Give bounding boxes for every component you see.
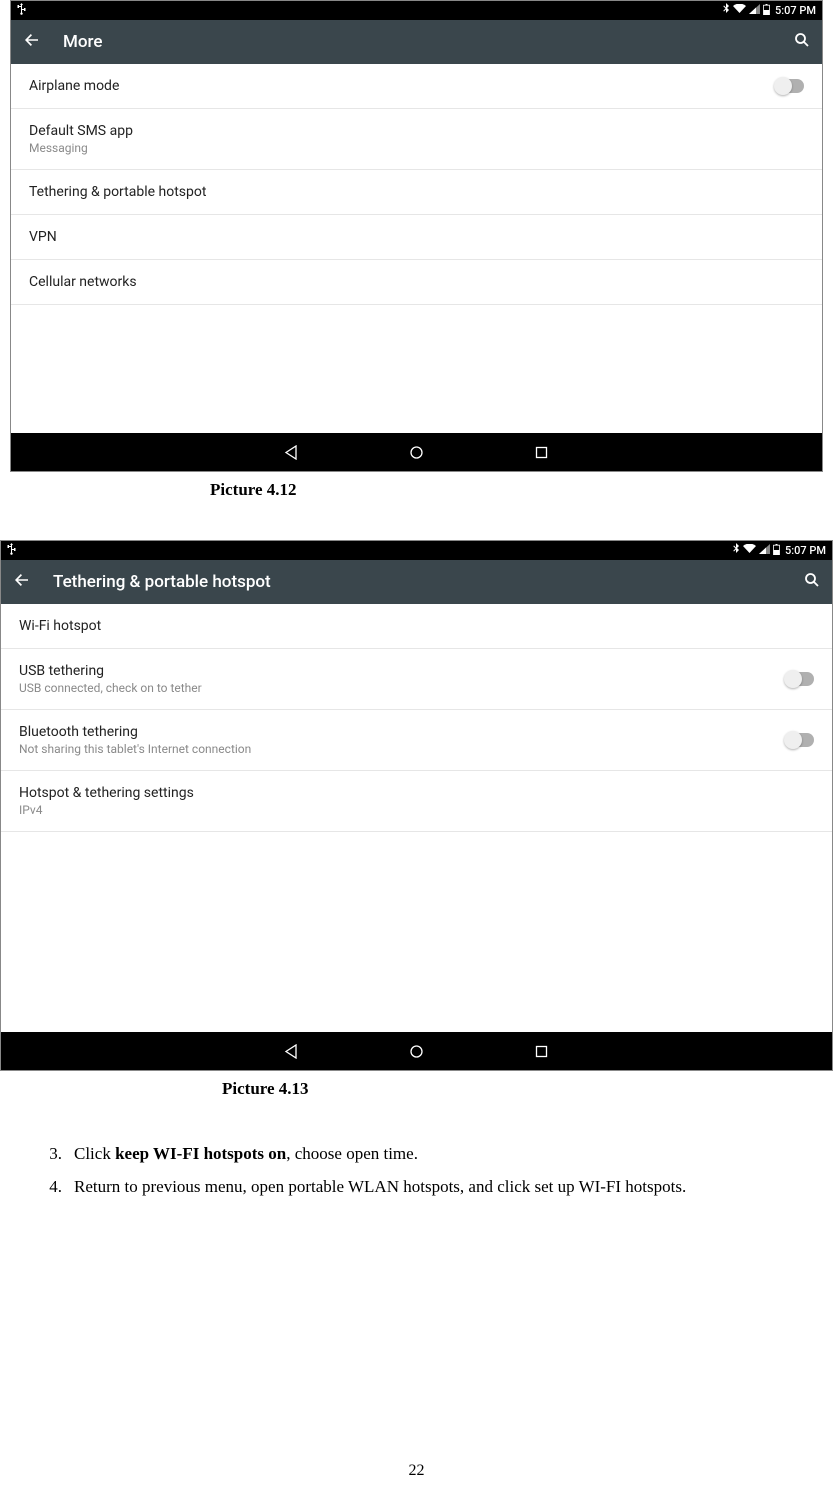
nav-home-icon[interactable] bbox=[409, 445, 424, 460]
status-time: 5:07 PM bbox=[775, 4, 816, 17]
nav-recent-icon[interactable] bbox=[534, 1044, 549, 1059]
list-item-label: Wi-Fi hotspot bbox=[19, 618, 814, 634]
instructions: 3. Click keep WI-FI hotspots on, choose … bbox=[38, 1139, 795, 1202]
list-item-sub: IPv4 bbox=[19, 803, 814, 817]
list-item-sub: Not sharing this tablet's Internet conne… bbox=[19, 742, 786, 756]
nav-recent-icon[interactable] bbox=[534, 445, 549, 460]
nav-back-icon[interactable] bbox=[284, 445, 299, 460]
airplane-mode-toggle[interactable] bbox=[776, 79, 804, 93]
bluetooth-tethering-toggle[interactable] bbox=[786, 733, 814, 747]
app-bar: Tethering & portable hotspot bbox=[1, 560, 832, 604]
instruction-3: 3. Click keep WI-FI hotspots on, choose … bbox=[38, 1139, 795, 1170]
app-bar-title: More bbox=[63, 32, 794, 52]
list-item-label: Airplane mode bbox=[29, 78, 776, 94]
back-icon[interactable] bbox=[23, 31, 41, 54]
back-icon[interactable] bbox=[13, 571, 31, 594]
nav-bar bbox=[1, 1032, 832, 1070]
status-time: 5:07 PM bbox=[785, 544, 826, 557]
list-item-airplane-mode[interactable]: Airplane mode bbox=[11, 64, 822, 109]
list-item-hotspot-settings[interactable]: Hotspot & tethering settings IPv4 bbox=[1, 771, 832, 832]
caption-1: Picture 4.12 bbox=[210, 480, 833, 500]
usb-icon bbox=[7, 543, 16, 558]
list-item-label: VPN bbox=[29, 229, 804, 245]
bluetooth-icon bbox=[732, 543, 740, 558]
app-bar: More bbox=[11, 20, 822, 64]
list-item-label: Tethering & portable hotspot bbox=[29, 184, 804, 200]
list-item-wifi-hotspot[interactable]: Wi-Fi hotspot bbox=[1, 604, 832, 649]
blank-region bbox=[11, 305, 822, 433]
nav-bar bbox=[11, 433, 822, 471]
search-icon[interactable] bbox=[804, 572, 820, 592]
usb-tethering-toggle[interactable] bbox=[786, 672, 814, 686]
battery-icon bbox=[763, 4, 770, 18]
list-item-label: USB tethering bbox=[19, 663, 786, 679]
instruction-text: Return to previous menu, open portable W… bbox=[74, 1172, 795, 1203]
wifi-icon bbox=[743, 544, 756, 557]
list-item-sub: Messaging bbox=[29, 141, 804, 155]
usb-icon bbox=[17, 3, 26, 18]
status-bar: 5:07 PM bbox=[11, 1, 822, 20]
instruction-4: 4. Return to previous menu, open portabl… bbox=[38, 1172, 795, 1203]
list-item-cellular[interactable]: Cellular networks bbox=[11, 260, 822, 305]
bluetooth-icon bbox=[722, 3, 730, 18]
nav-back-icon[interactable] bbox=[284, 1044, 299, 1059]
list-item-tethering[interactable]: Tethering & portable hotspot bbox=[11, 170, 822, 215]
list-item-label: Hotspot & tethering settings bbox=[19, 785, 814, 801]
list-item-label: Cellular networks bbox=[29, 274, 804, 290]
page-number: 22 bbox=[0, 1462, 833, 1480]
screenshot-more-settings: 5:07 PM More Airplane mode Default SMS a… bbox=[10, 0, 823, 472]
nav-home-icon[interactable] bbox=[409, 1044, 424, 1059]
list-item-label: Default SMS app bbox=[29, 123, 804, 139]
caption-2: Picture 4.13 bbox=[222, 1079, 833, 1099]
list-item-sub: USB connected, check on to tether bbox=[19, 681, 786, 695]
screenshot-tethering: 5:07 PM Tethering & portable hotspot Wi-… bbox=[0, 540, 833, 1071]
app-bar-title: Tethering & portable hotspot bbox=[53, 572, 804, 592]
search-icon[interactable] bbox=[794, 32, 810, 52]
instruction-text: Click keep WI-FI hotspots on, choose ope… bbox=[74, 1139, 795, 1170]
status-bar: 5:07 PM bbox=[1, 541, 832, 560]
signal-icon bbox=[759, 544, 770, 557]
list-item-bluetooth-tethering[interactable]: Bluetooth tethering Not sharing this tab… bbox=[1, 710, 832, 771]
instruction-number: 3. bbox=[38, 1139, 74, 1170]
list-item-default-sms[interactable]: Default SMS app Messaging bbox=[11, 109, 822, 170]
wifi-icon bbox=[733, 4, 746, 17]
blank-region bbox=[1, 832, 832, 1032]
list-item-usb-tethering[interactable]: USB tethering USB connected, check on to… bbox=[1, 649, 832, 710]
signal-icon bbox=[749, 4, 760, 17]
battery-icon bbox=[773, 544, 780, 558]
instruction-number: 4. bbox=[38, 1172, 74, 1203]
list-item-label: Bluetooth tethering bbox=[19, 724, 786, 740]
list-item-vpn[interactable]: VPN bbox=[11, 215, 822, 260]
